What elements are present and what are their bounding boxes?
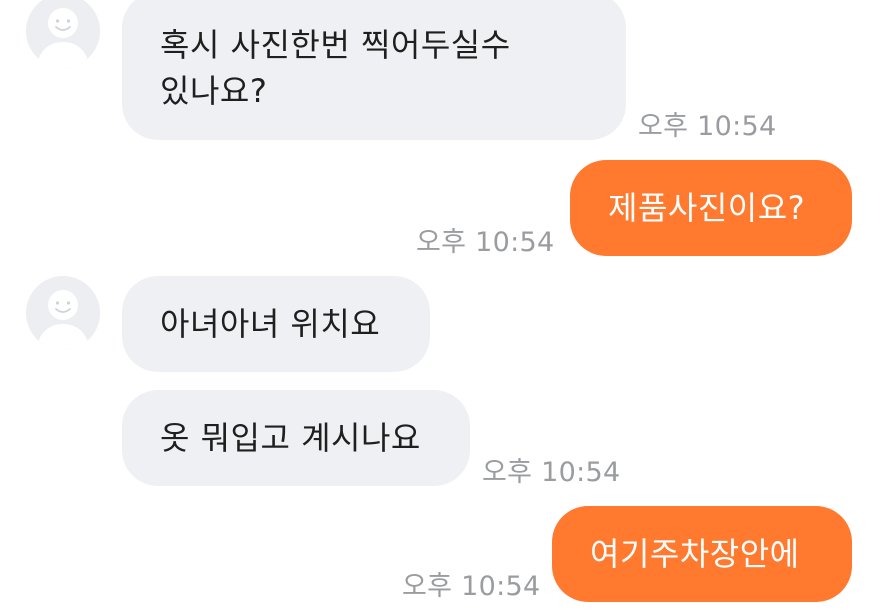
outgoing-message-bubble[interactable]: 여기주차장안에 — [552, 506, 852, 602]
message-timestamp: 오후 10:54 — [482, 457, 621, 488]
incoming-message-bubble[interactable]: 아녀아녀 위치요 — [122, 276, 430, 372]
message-text-line: 있나요? — [160, 72, 268, 110]
message-text: 여기주차장안에 — [590, 535, 800, 573]
chat-thread: 혹시 사진한번 찍어두실수 있나요? 오후 10:54 오후 10:54 제품사… — [0, 0, 884, 610]
incoming-message-bubble[interactable]: 혹시 사진한번 찍어두실수 있나요? — [122, 0, 626, 140]
message-timestamp: 오후 10:54 — [638, 111, 777, 142]
message-text: 옷 뭐입고 계시나요 — [160, 419, 421, 457]
user-avatar-icon[interactable] — [26, 0, 100, 68]
message-text: 제품사진이요? — [608, 189, 806, 227]
user-avatar-icon[interactable] — [26, 276, 100, 350]
message-timestamp: 오후 10:54 — [402, 571, 541, 602]
message-text: 아녀아녀 위치요 — [160, 305, 381, 343]
outgoing-message-bubble[interactable]: 제품사진이요? — [570, 160, 852, 256]
incoming-message-bubble[interactable]: 옷 뭐입고 계시나요 — [122, 390, 470, 486]
message-timestamp: 오후 10:54 — [416, 227, 555, 258]
message-text-line: 혹시 사진한번 찍어두실수 — [160, 26, 511, 64]
